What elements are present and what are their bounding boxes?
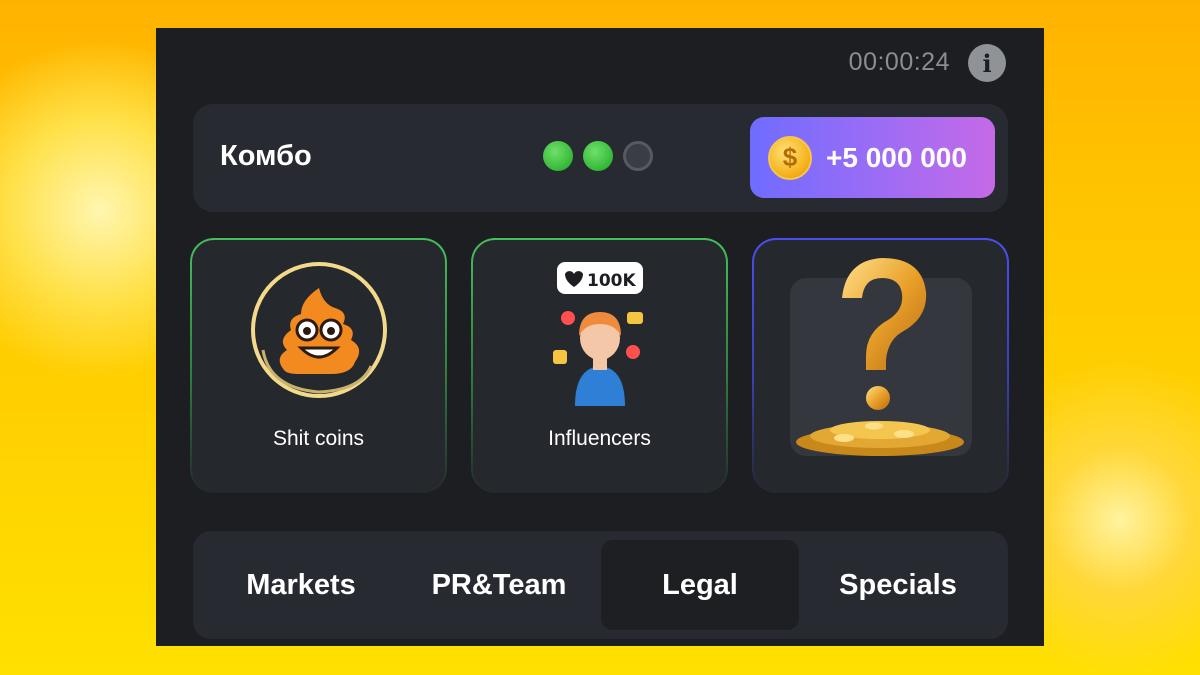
category-tabs: Markets PR&Team Legal Specials [193,531,1008,639]
card-label: Shit coins [272,427,365,450]
app-window: 00:00:24 i Комбо $ +5 000 000 Shit coins… [156,28,1044,646]
card-label: Influencers [548,427,651,450]
reward-amount: +5 000 000 [826,141,967,173]
info-button[interactable]: i [968,44,1006,82]
combo-panel: Комбо $ +5 000 000 [193,104,1008,212]
combo-progress-dots [543,141,653,171]
combo-card-mystery[interactable] [752,238,1009,493]
combo-timer: 00:00:24 [848,48,950,76]
combo-card-shit-coins[interactable]: Shit coins [190,238,447,493]
combo-reward-button[interactable]: $ +5 000 000 [750,117,995,198]
tab-pr-team[interactable]: PR&Team [400,540,598,630]
progress-dot-found [543,141,573,171]
progress-dot-empty [623,141,653,171]
tab-legal[interactable]: Legal [601,540,799,630]
info-icon: i [982,48,992,78]
combo-card-influencers[interactable]: 100K Influencers [471,238,728,493]
progress-dot-found [583,141,613,171]
tab-markets[interactable]: Markets [202,540,400,630]
tab-specials[interactable]: Specials [799,540,997,630]
question-mark-coins-icon [796,258,964,456]
follower-count: 100K [587,271,636,291]
coin-icon: $ [768,135,812,180]
poop-emoji-icon [250,262,387,398]
combo-title: Комбо [220,140,312,172]
influencer-icon: 100K [552,262,643,406]
